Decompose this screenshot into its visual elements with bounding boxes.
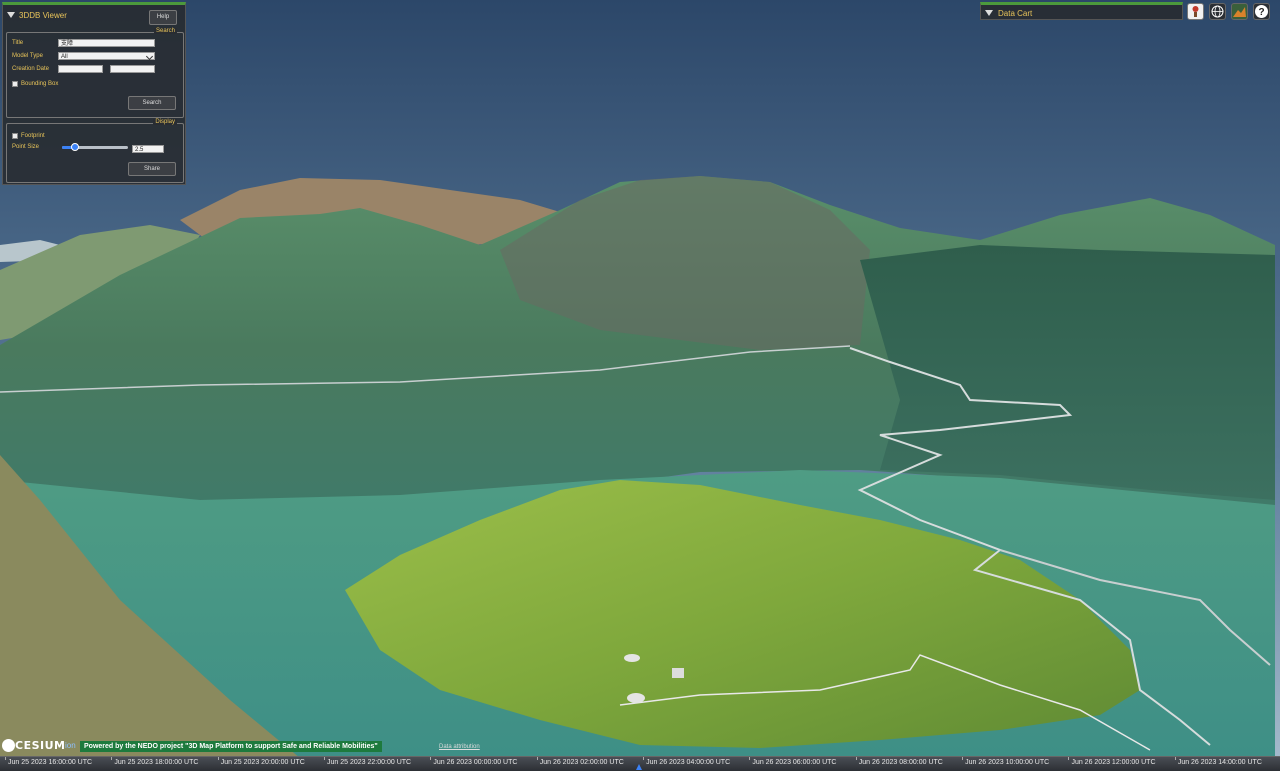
timeline-tick (749, 757, 751, 760)
timeline-tick-label: Jun 26 2023 02:00:00 UTC (539, 759, 624, 766)
data-cart-title: Data Cart (998, 9, 1033, 18)
search-button[interactable]: Search (128, 96, 176, 110)
map-3d-scene[interactable] (0, 0, 1280, 770)
timeline-tick (855, 757, 857, 760)
cesium-logo-text[interactable]: CESIUM (15, 739, 65, 752)
collapse-triangle-icon[interactable] (7, 12, 15, 18)
building (672, 668, 684, 678)
share-button[interactable]: Share (128, 162, 176, 176)
timeline-tick (430, 757, 432, 760)
timeline-tick (217, 757, 219, 760)
point-size-slider[interactable] (62, 143, 128, 151)
viewer-title: 3DDB Viewer (19, 11, 67, 20)
chevron-down-icon (145, 52, 154, 61)
timeline-tick-label: Jun 26 2023 06:00:00 UTC (752, 759, 837, 766)
model-type-value: All (61, 54, 68, 60)
title-input[interactable]: 支障 (58, 39, 155, 47)
help-glyph: ? (1258, 7, 1264, 18)
help-button[interactable]: Help (149, 10, 177, 25)
display-legend: Display (153, 119, 177, 125)
timeline-tick (1174, 757, 1176, 760)
data-attribution-link[interactable]: Data attribution (439, 744, 480, 750)
timeline[interactable]: Jun 25 2023 16:00:00 UTC Jun 25 2023 18:0… (0, 756, 1280, 771)
data-cart-panel[interactable]: Data Cart (980, 2, 1183, 20)
model-type-label: Model Type (12, 53, 43, 59)
credits-bar: CESIUM ion Powered by the NEDO project "… (0, 738, 520, 754)
nedo-credit[interactable]: Powered by the NEDO project "3D Map Plat… (80, 741, 382, 752)
building (624, 654, 640, 662)
building (627, 693, 645, 703)
timeline-tick (111, 757, 113, 760)
viewer-panel: 3DDB Viewer Help Search Title 支障 Model T… (2, 2, 186, 185)
model-type-select[interactable]: All (58, 52, 155, 61)
timeline-tick (324, 757, 326, 760)
timeline-tick-label: Jun 26 2023 00:00:00 UTC (433, 759, 518, 766)
geocoder-icon[interactable] (1187, 3, 1204, 20)
timeline-tick-label: Jun 25 2023 16:00:00 UTC (8, 759, 93, 766)
timeline-tick (5, 757, 6, 760)
search-legend: Search (153, 28, 177, 34)
help-icon[interactable]: ? (1253, 3, 1270, 20)
bounding-box-label: Bounding Box (21, 81, 59, 87)
cesium-ion-text: ion (65, 741, 76, 750)
timeline-tick-label: Jun 25 2023 18:00:00 UTC (114, 759, 199, 766)
point-size-input[interactable]: 2.5 (132, 145, 164, 153)
timeline-tick-label: Jun 26 2023 08:00:00 UTC (858, 759, 943, 766)
timeline-tick-label: Jun 26 2023 04:00:00 UTC (646, 759, 731, 766)
timeline-tick-label: Jun 26 2023 12:00:00 UTC (1071, 759, 1156, 766)
point-size-label: Point Size (12, 144, 40, 150)
base-layer-picker-icon[interactable] (1231, 3, 1248, 20)
timeline-tick-label: Jun 26 2023 10:00:00 UTC (965, 759, 1050, 766)
timeline-tick-label: Jun 25 2023 22:00:00 UTC (327, 759, 412, 766)
title-label: Title (12, 40, 24, 46)
cesium-logo-icon[interactable] (2, 739, 15, 752)
timeline-tick-label: Jun 26 2023 14:00:00 UTC (1177, 759, 1262, 766)
timeline-tick (536, 757, 538, 760)
creation-date-from-input[interactable] (58, 65, 103, 73)
footprint-checkbox[interactable] (12, 133, 18, 139)
timeline-tick-label: Jun 25 2023 20:00:00 UTC (220, 759, 305, 766)
viewer-panel-header[interactable]: 3DDB Viewer Help (3, 5, 185, 27)
creation-date-label: Creation Date (12, 66, 50, 72)
collapse-triangle-icon[interactable] (985, 10, 993, 16)
bounding-box-checkbox[interactable] (12, 81, 18, 87)
timeline-tick (1068, 757, 1070, 760)
creation-date-to-input[interactable] (110, 65, 155, 73)
timeline-needle-icon[interactable] (636, 764, 642, 770)
timeline-tick (643, 757, 645, 760)
timeline-tick (962, 757, 964, 760)
globe-icon[interactable] (1209, 3, 1226, 20)
footprint-label: Footprint (21, 133, 45, 139)
